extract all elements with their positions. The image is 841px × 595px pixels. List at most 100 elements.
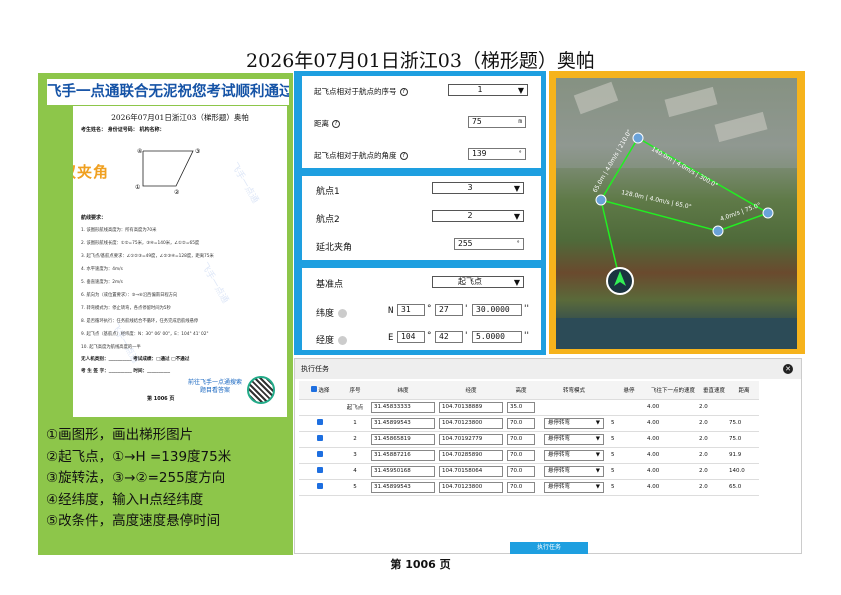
toggle-icon[interactable] (338, 336, 348, 345)
dropdown-arrow-icon: ▼ (513, 278, 520, 287)
lon-cell[interactable]: 104.70123800 (439, 481, 503, 493)
ref-index-select[interactable]: 1 ▼ (448, 84, 528, 96)
lat-cell[interactable]: 31.45887216 (371, 449, 435, 461)
lat-cell[interactable]: 31.45833333 (371, 401, 435, 413)
row-index: 5 (341, 479, 369, 496)
row-checkbox[interactable] (317, 467, 323, 473)
help-icon[interactable]: ? (399, 88, 408, 96)
table-row: 5 31.45899543 104.70123800 70.0 悬停转弯 ▼ 5 4.00 2.… (299, 479, 759, 496)
turn-mode-select[interactable]: 悬停转弯 ▼ (544, 465, 604, 477)
col-header: 经度 (437, 381, 505, 400)
exam-sheet: 飞手一点通 飞手一点通 飞手一点通 2026年07月01日浙江03（梯形题）奥帕… (73, 106, 287, 417)
lat-cell[interactable]: 31.45899543 (371, 417, 435, 429)
requirements-heading: 航线要求： (81, 215, 107, 221)
lat-cell[interactable]: 31.45950168 (371, 465, 435, 477)
table-row: 2 31.45865819 104.70192779 70.0 悬停转弯 ▼ 5 4.00 2.… (299, 431, 759, 448)
row-select[interactable] (299, 463, 341, 480)
answer-link[interactable]: 前往飞手一点通搜索题目看答案 (186, 379, 244, 395)
lon-cell[interactable]: 104.70192779 (439, 433, 503, 445)
vspeed-cell: 2.0 (699, 415, 729, 432)
row-checkbox[interactable] (317, 435, 323, 441)
col-header: 飞往下一点的速度 (647, 381, 699, 400)
lon-cell[interactable]: 104.70285890 (439, 449, 503, 461)
alt-cell[interactable]: 70.0 (507, 417, 535, 429)
lon-cell[interactable]: 104.70123800 (439, 417, 503, 429)
lat-cell[interactable]: 31.45899543 (371, 481, 435, 493)
waypoint-marker (595, 194, 607, 206)
alt-cell[interactable]: 70.0 (507, 449, 535, 461)
col-header: 悬停 (611, 381, 647, 400)
base-point-select[interactable]: 起飞点 ▼ (432, 276, 524, 288)
distance-cell: 75.0 (729, 431, 759, 448)
row-select[interactable] (299, 399, 341, 416)
step-item: ④经纬度，输入H点经纬度 (46, 491, 204, 508)
waypoint-marker (712, 225, 724, 237)
wp2-select[interactable]: 2 ▼ (432, 210, 524, 222)
promo-banner: 飞手一点通联合无泥祝您考试顺利通过 (47, 79, 289, 105)
row-checkbox[interactable] (317, 451, 323, 457)
alt-cell[interactable]: 70.0 (507, 481, 535, 493)
lon-second-input[interactable]: 5.0000 (472, 331, 522, 343)
distance-input[interactable]: 75 m (468, 116, 526, 128)
lon-cell[interactable]: 104.70138889 (439, 401, 503, 413)
lat-hemisphere: N (388, 306, 394, 316)
angle-input[interactable]: 139 ° (468, 148, 526, 160)
hover-cell: 5 (611, 431, 647, 448)
min-sign: ' (465, 304, 468, 314)
lat-degree-input[interactable]: 31 (397, 304, 425, 316)
turn-mode-select[interactable]: 悬停转弯 ▼ (544, 433, 604, 445)
double-angle-tag: 双夹角 (73, 163, 110, 181)
lat-second-input[interactable]: 30.0000 (472, 304, 522, 316)
alt-cell[interactable]: 35.0 (507, 401, 535, 413)
select-all-checkbox[interactable] (310, 385, 317, 392)
step-item: ①画图形，画出梯形图片 (46, 427, 194, 443)
lon-cell[interactable]: 104.70158064 (439, 465, 503, 477)
col-header: 转弯模式 (537, 381, 611, 400)
exam-fields: 考生姓名： 身份证号码： 机构名称： (81, 127, 165, 133)
north-angle-label: 延北夹角 (316, 243, 353, 253)
toggle-icon[interactable] (338, 309, 348, 318)
execute-task-button[interactable]: 执行任务 (510, 542, 588, 554)
col-select[interactable]: 选择 (299, 381, 341, 400)
lat-minute-input[interactable]: 27 (435, 304, 463, 316)
row-select[interactable] (299, 447, 341, 464)
alt-cell[interactable]: 70.0 (507, 433, 535, 445)
turn-mode-select[interactable]: 悬停转弯 ▼ (544, 449, 604, 461)
watermark: 飞手一点通 (198, 261, 230, 306)
dropdown-arrow-icon: ▼ (595, 435, 600, 442)
dropdown-arrow-icon: ▼ (595, 419, 600, 426)
speed-cell: 4.00 (647, 479, 699, 496)
min-sign: ' (465, 331, 468, 341)
wp1-select[interactable]: 3 ▼ (432, 182, 524, 194)
help-icon[interactable]: ? (399, 152, 408, 160)
turn-mode-select[interactable]: 悬停转弯 ▼ (544, 417, 604, 429)
lon-minute-input[interactable]: 42 (435, 331, 463, 343)
requirement-item: 8. 是否循环执行：任务航线结合不循环，任务完成后航线悬停 (81, 319, 199, 324)
hover-cell: 5 (611, 415, 647, 432)
north-angle-input[interactable]: 255 ° (454, 238, 524, 250)
row-select[interactable] (299, 431, 341, 448)
hover-cell: 5 (611, 447, 647, 464)
segment-label: 4.0m/s | 75.0° (719, 202, 762, 223)
lat-cell[interactable]: 31.45865819 (371, 433, 435, 445)
requirement-item: 2. 该图形航线长度：①②=75米，③④=140米，∠①②=65度 (81, 241, 200, 246)
close-icon[interactable]: ✕ (783, 364, 793, 374)
requirement-item: 6. 航向为（或位置要求）：⑤→⑥沿西偏南日程方向 (81, 293, 178, 298)
row-checkbox[interactable] (317, 483, 323, 489)
row-select[interactable] (299, 415, 341, 432)
row-checkbox[interactable] (317, 419, 323, 425)
speed-cell: 4.00 (647, 447, 699, 464)
table-row: 1 31.45899543 104.70123800 70.0 悬停转弯 ▼ 5 4.00 2.… (299, 415, 759, 432)
exam-page-number: 第 1006 页 (147, 396, 175, 402)
step-item: ②起飞点，①→H =139度75米 (46, 448, 232, 465)
requirement-item: 9. 起飞点（基航点）经纬度：N：30° 06' 00"，E：104° 41' … (81, 332, 209, 337)
turn-mode-select[interactable]: 悬停转弯 ▼ (544, 481, 604, 493)
row-select[interactable] (299, 479, 341, 496)
table-row: 起飞点 31.45833333 104.70138889 35.0 4.00 2.0 (299, 399, 759, 416)
vspeed-cell: 2.0 (699, 479, 729, 496)
satellite-map[interactable]: 140.0m | 4.0m/s | 300.0° 128.0m | 4.0m/s… (556, 78, 797, 349)
lon-degree-input[interactable]: 104 (397, 331, 425, 343)
help-icon[interactable]: ? (332, 120, 340, 128)
requirement-item: 1. 该图形航线高度为：所有高度为70米 (81, 228, 157, 233)
alt-cell[interactable]: 70.0 (507, 465, 535, 477)
